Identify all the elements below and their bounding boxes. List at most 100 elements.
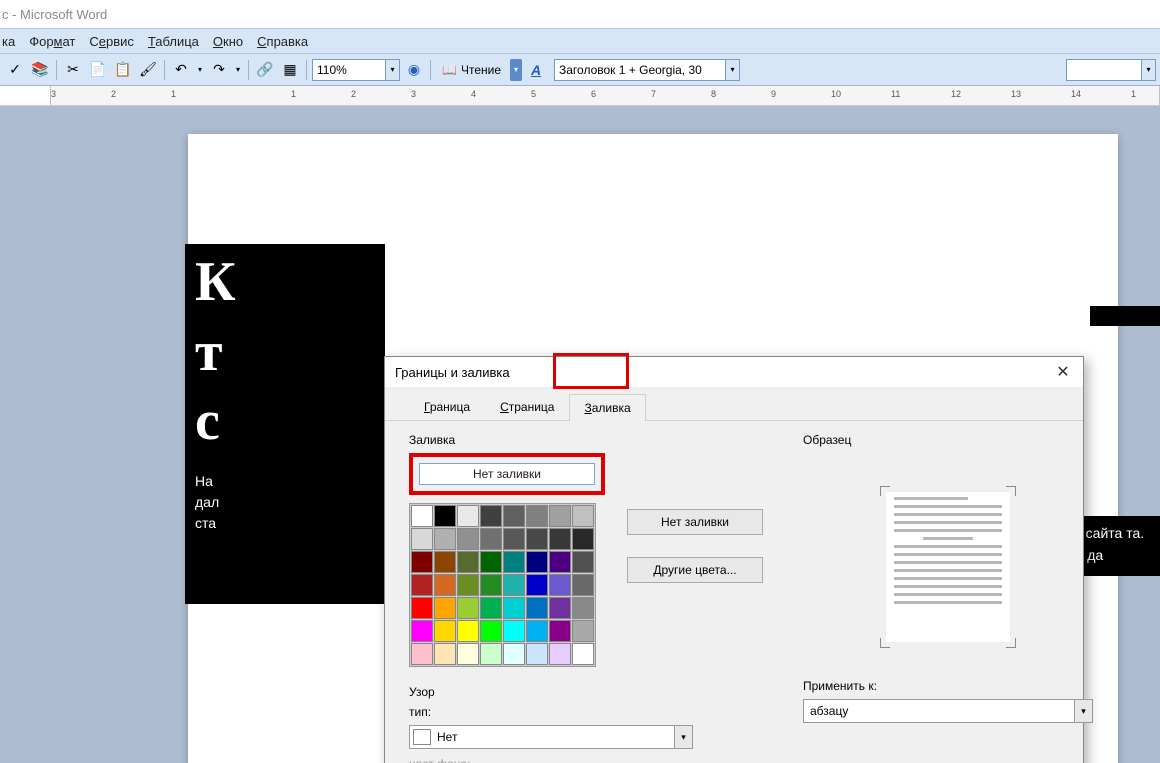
styles-icon[interactable]: А <box>525 59 547 81</box>
color-swatch[interactable] <box>480 528 502 550</box>
color-swatch[interactable] <box>526 528 548 550</box>
color-swatch[interactable] <box>503 643 525 665</box>
zoom-input[interactable] <box>313 63 385 77</box>
tab-page[interactable]: Страница <box>485 393 569 420</box>
spellcheck-icon[interactable]: ✓ <box>4 59 26 81</box>
menu-item-help[interactable]: Справка <box>257 34 308 49</box>
color-swatch[interactable] <box>480 597 502 619</box>
color-swatch[interactable] <box>457 551 479 573</box>
color-swatch[interactable] <box>411 574 433 596</box>
color-swatch[interactable] <box>526 551 548 573</box>
style-combo[interactable]: ▾ <box>554 59 740 81</box>
color-swatch[interactable] <box>503 620 525 642</box>
menu-item-format[interactable]: Формат <box>29 34 75 49</box>
hyperlink-icon[interactable]: 🔗 <box>254 59 276 81</box>
color-swatch[interactable] <box>549 643 571 665</box>
menu-item-tools[interactable]: Сервис <box>89 34 134 49</box>
chevron-down-icon[interactable]: ▾ <box>1074 700 1092 722</box>
format-painter-icon[interactable]: 🖌 <box>137 59 159 81</box>
color-swatch[interactable] <box>434 597 456 619</box>
color-swatch[interactable] <box>411 505 433 527</box>
redo-dropdown-icon[interactable]: ▾ <box>233 59 243 81</box>
help-icon[interactable]: ◉ <box>403 59 425 81</box>
color-swatch[interactable] <box>503 528 525 550</box>
color-swatch[interactable] <box>457 505 479 527</box>
color-swatch[interactable] <box>434 643 456 665</box>
undo-dropdown-icon[interactable]: ▾ <box>195 59 205 81</box>
color-swatch[interactable] <box>411 620 433 642</box>
menu-item-partial[interactable]: ка <box>2 34 15 49</box>
menu-item-window[interactable]: Окно <box>213 34 243 49</box>
color-swatch[interactable] <box>480 505 502 527</box>
paste-icon[interactable]: 📋 <box>112 59 134 81</box>
color-swatch[interactable] <box>549 551 571 573</box>
color-swatch[interactable] <box>549 505 571 527</box>
color-swatch[interactable] <box>503 574 525 596</box>
color-swatch[interactable] <box>526 620 548 642</box>
reading-dropdown[interactable]: ▾ <box>510 59 522 81</box>
undo-icon[interactable]: ↶ <box>170 59 192 81</box>
color-swatch[interactable] <box>572 620 594 642</box>
color-swatch[interactable] <box>526 643 548 665</box>
chevron-down-icon[interactable]: ▾ <box>1141 60 1155 80</box>
zoom-combo[interactable]: ▾ <box>312 59 400 81</box>
dialog-left-column: Заливка Нет заливки Нет заливки <box>409 433 763 763</box>
color-swatch[interactable] <box>503 597 525 619</box>
color-swatch[interactable] <box>480 574 502 596</box>
color-swatch[interactable] <box>503 551 525 573</box>
color-swatch[interactable] <box>457 528 479 550</box>
color-swatch[interactable] <box>411 643 433 665</box>
color-swatch[interactable] <box>434 505 456 527</box>
tables-borders-icon[interactable]: ▦ <box>279 59 301 81</box>
color-swatch[interactable] <box>434 574 456 596</box>
menu-item-table[interactable]: Таблица <box>148 34 199 49</box>
color-swatch[interactable] <box>411 528 433 550</box>
apply-to-combo[interactable]: абзацу ▾ <box>803 699 1093 723</box>
color-swatch[interactable] <box>549 574 571 596</box>
color-swatch[interactable] <box>526 505 548 527</box>
color-swatch[interactable] <box>572 505 594 527</box>
color-swatch[interactable] <box>503 505 525 527</box>
far-right-combo[interactable]: ▾ <box>1066 59 1156 81</box>
color-swatch[interactable] <box>411 597 433 619</box>
redo-icon[interactable]: ↷ <box>208 59 230 81</box>
copy-icon[interactable]: 📄 <box>87 59 109 81</box>
other-colors-button[interactable]: Другие цвета... <box>627 557 763 583</box>
color-swatch[interactable] <box>480 620 502 642</box>
color-swatch[interactable] <box>572 551 594 573</box>
color-swatch[interactable] <box>549 620 571 642</box>
no-fill-button[interactable]: Нет заливки <box>419 463 595 485</box>
cut-icon[interactable]: ✂ <box>62 59 84 81</box>
pattern-type-combo[interactable]: Нет ▾ <box>409 725 693 749</box>
color-swatch[interactable] <box>480 551 502 573</box>
chevron-down-icon[interactable]: ▾ <box>385 60 399 80</box>
dialog-titlebar: Границы и заливка ✕ <box>385 357 1083 387</box>
reading-mode-button[interactable]: 📖 Чтение <box>436 59 507 81</box>
chevron-down-icon[interactable]: ▾ <box>725 60 739 80</box>
color-swatch[interactable] <box>434 528 456 550</box>
tab-fill[interactable]: Заливка <box>569 394 645 421</box>
color-swatch[interactable] <box>572 574 594 596</box>
research-icon[interactable]: 📚 <box>29 59 51 81</box>
ruler[interactable]: 32112345678910111213141 <box>0 86 1160 106</box>
tab-border[interactable]: Граница <box>409 393 485 420</box>
color-swatch[interactable] <box>480 643 502 665</box>
color-swatch[interactable] <box>457 574 479 596</box>
color-swatch[interactable] <box>457 643 479 665</box>
color-swatch[interactable] <box>549 528 571 550</box>
color-swatch[interactable] <box>526 597 548 619</box>
color-swatch[interactable] <box>572 528 594 550</box>
close-icon[interactable]: ✕ <box>1053 362 1073 382</box>
color-swatch[interactable] <box>457 597 479 619</box>
color-swatch[interactable] <box>411 551 433 573</box>
color-swatch[interactable] <box>572 597 594 619</box>
color-swatch[interactable] <box>526 574 548 596</box>
color-swatch[interactable] <box>434 620 456 642</box>
chevron-down-icon[interactable]: ▾ <box>674 726 692 748</box>
color-swatch[interactable] <box>572 643 594 665</box>
color-swatch[interactable] <box>549 597 571 619</box>
color-swatch[interactable] <box>434 551 456 573</box>
color-swatch[interactable] <box>457 620 479 642</box>
no-fill-side-button[interactable]: Нет заливки <box>627 509 763 535</box>
style-input[interactable] <box>555 63 725 77</box>
